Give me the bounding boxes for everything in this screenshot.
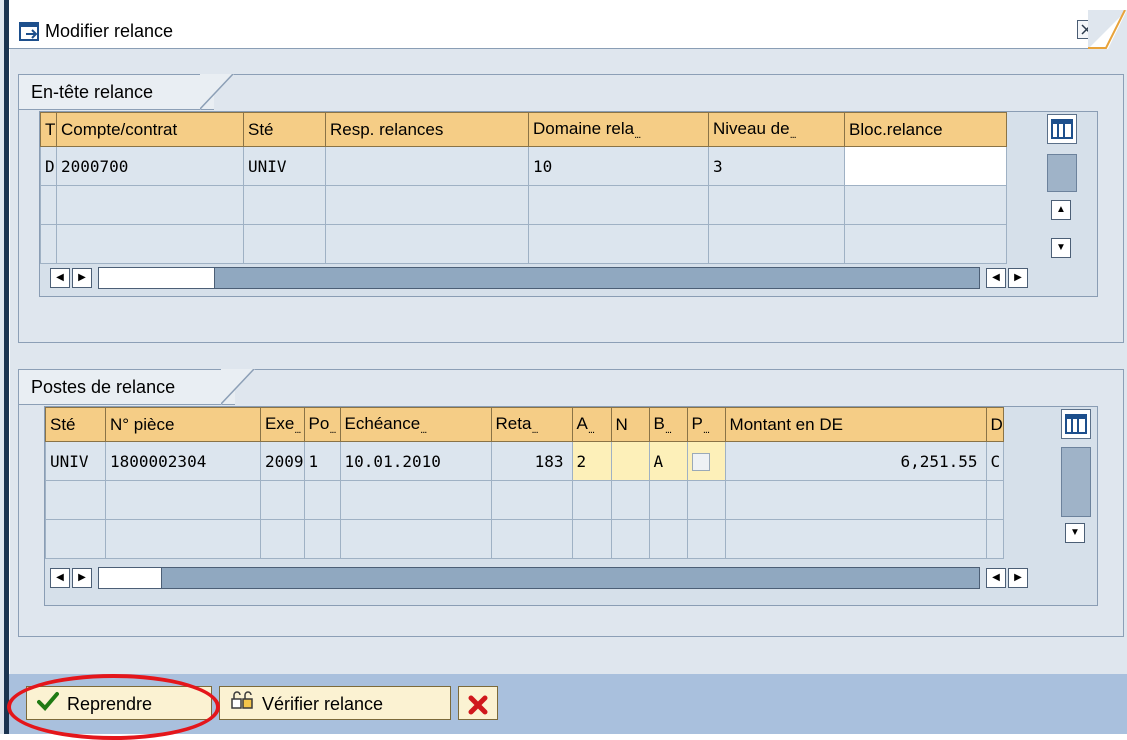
scroll-right-icon[interactable]: ▶ (72, 268, 92, 288)
items-table: Sté N° pièce Exe... Po... Echéance... Re… (44, 406, 1098, 606)
table-row[interactable]: UNIV 1800002304 2009 1 10.01.2010 183 2 … (45, 441, 1004, 481)
scroll-left-icon[interactable]: ◀ (986, 268, 1006, 288)
col-header-dunning-area[interactable]: Domaine rela... (528, 112, 709, 147)
items-vertical-scroll: ▼ (1059, 407, 1093, 603)
col-header-account[interactable]: Compte/contrat (56, 112, 244, 147)
highlight-ring (7, 674, 220, 740)
cell-days-late: 183 (490, 441, 573, 481)
vertical-scroll-thumb[interactable] (1061, 447, 1091, 517)
col-header-dunning-block[interactable]: Bloc.relance (844, 112, 1007, 147)
title-bar: Modifier relance (9, 10, 1102, 49)
checkbox-p[interactable] (686, 441, 726, 481)
items-table-grid: Sté N° pièce Exe... Po... Echéance... Re… (45, 407, 1004, 559)
col-header-amount[interactable]: Montant en DE (724, 407, 987, 442)
header-group-box: En-tête relance T Compte/contrat Sté Res… (18, 74, 1124, 343)
horizontal-scroll-track[interactable] (98, 267, 980, 289)
cell-account: 2000700 (56, 146, 244, 186)
dialog-title: Modifier relance (45, 21, 174, 41)
scroll-left-icon[interactable]: ◀ (986, 568, 1006, 588)
table-row[interactable] (40, 185, 1007, 225)
dialog-content: En-tête relance T Compte/contrat Sté Res… (9, 49, 1127, 674)
col-header-days-late[interactable]: Reta... (490, 407, 573, 442)
items-group-box: Postes de relance Sté N° pièce Exe... Po… (18, 369, 1124, 637)
dialog-window: Modifier relance En-tête relance T Compt… (0, 0, 1127, 740)
dialog-window-icon (19, 21, 41, 48)
items-horizontal-scroll: ◀ ▶ ◀ ▶ (45, 566, 1045, 589)
col-header-fiscal-year[interactable]: Exe... (260, 407, 305, 442)
table-row[interactable]: D 2000700 UNIV 10 3 (40, 146, 1007, 186)
scroll-left-icon[interactable]: ◀ (50, 268, 70, 288)
col-header-t[interactable]: T (40, 112, 57, 147)
cell-dunning-level: 3 (708, 146, 845, 186)
cell-item: 1 (303, 441, 341, 481)
scroll-up-icon[interactable]: ▲ (1051, 200, 1071, 220)
window-left-border (0, 0, 9, 734)
cell-dunning-area: 10 (528, 146, 709, 186)
col-header-doc-number[interactable]: N° pièce (105, 407, 261, 442)
cell-type: D (40, 146, 57, 186)
lock-check-icon (230, 688, 254, 722)
table-row[interactable] (45, 480, 1004, 520)
col-header-b[interactable]: B... (648, 407, 688, 442)
input-b[interactable]: A (648, 441, 688, 481)
dunning-block-input[interactable] (844, 146, 1007, 186)
cell-due-date: 10.01.2010 (339, 441, 492, 481)
cancel-button[interactable] (458, 686, 498, 720)
column-config-icon[interactable] (1061, 409, 1091, 439)
scroll-right-icon[interactable]: ▶ (72, 568, 92, 588)
col-header-n[interactable]: N (610, 407, 650, 442)
col-header-item[interactable]: Po... (303, 407, 341, 442)
header-vertical-scroll: ▲ ▼ (1044, 112, 1078, 294)
cell-fiscal-year: 2009 (260, 441, 305, 481)
col-header-d[interactable]: D (985, 407, 1004, 442)
col-header-company[interactable]: Sté (45, 407, 106, 442)
input-a[interactable]: 2 (571, 441, 612, 481)
cell-company: UNIV (243, 146, 326, 186)
table-row[interactable] (45, 519, 1004, 559)
verify-dunning-button[interactable]: Vérifier relance (219, 686, 451, 720)
vertical-scroll-thumb[interactable] (1047, 154, 1077, 192)
header-table-grid: T Compte/contrat Sté Resp. relances Doma… (40, 112, 1007, 264)
items-group-title: Postes de relance (18, 369, 235, 405)
table-row[interactable] (40, 224, 1007, 264)
col-header-company[interactable]: Sté (243, 112, 326, 147)
header-group-title: En-tête relance (18, 74, 214, 110)
title-bar-corner (1088, 10, 1127, 49)
col-header-p[interactable]: P... (686, 407, 726, 442)
cancel-x-icon (467, 694, 489, 715)
col-header-dunning-level[interactable]: Niveau de... (708, 112, 845, 147)
cell-doc-number: 1800002304 (105, 441, 261, 481)
scroll-down-icon[interactable]: ▼ (1065, 523, 1085, 543)
cell-d: C (985, 441, 1004, 481)
col-header-dunning-clerk[interactable]: Resp. relances (325, 112, 529, 147)
input-n[interactable] (610, 441, 650, 481)
scroll-right-icon[interactable]: ▶ (1008, 268, 1028, 288)
header-horizontal-scroll: ◀ ▶ ◀ ▶ (40, 266, 1040, 289)
horizontal-scroll-track[interactable] (98, 567, 980, 589)
scroll-down-icon[interactable]: ▼ (1051, 238, 1071, 258)
scroll-right-icon[interactable]: ▶ (1008, 568, 1028, 588)
col-header-due-date[interactable]: Echéance... (339, 407, 492, 442)
cell-amount: 6,251.55 (724, 441, 987, 481)
horizontal-scroll-thumb[interactable] (99, 268, 215, 288)
scroll-left-icon[interactable]: ◀ (50, 568, 70, 588)
column-config-icon[interactable] (1047, 114, 1077, 144)
col-header-a[interactable]: A... (571, 407, 612, 442)
cell-dunning-clerk (325, 146, 529, 186)
cell-company: UNIV (45, 441, 106, 481)
header-table: T Compte/contrat Sté Resp. relances Doma… (39, 111, 1098, 297)
horizontal-scroll-thumb[interactable] (99, 568, 162, 588)
